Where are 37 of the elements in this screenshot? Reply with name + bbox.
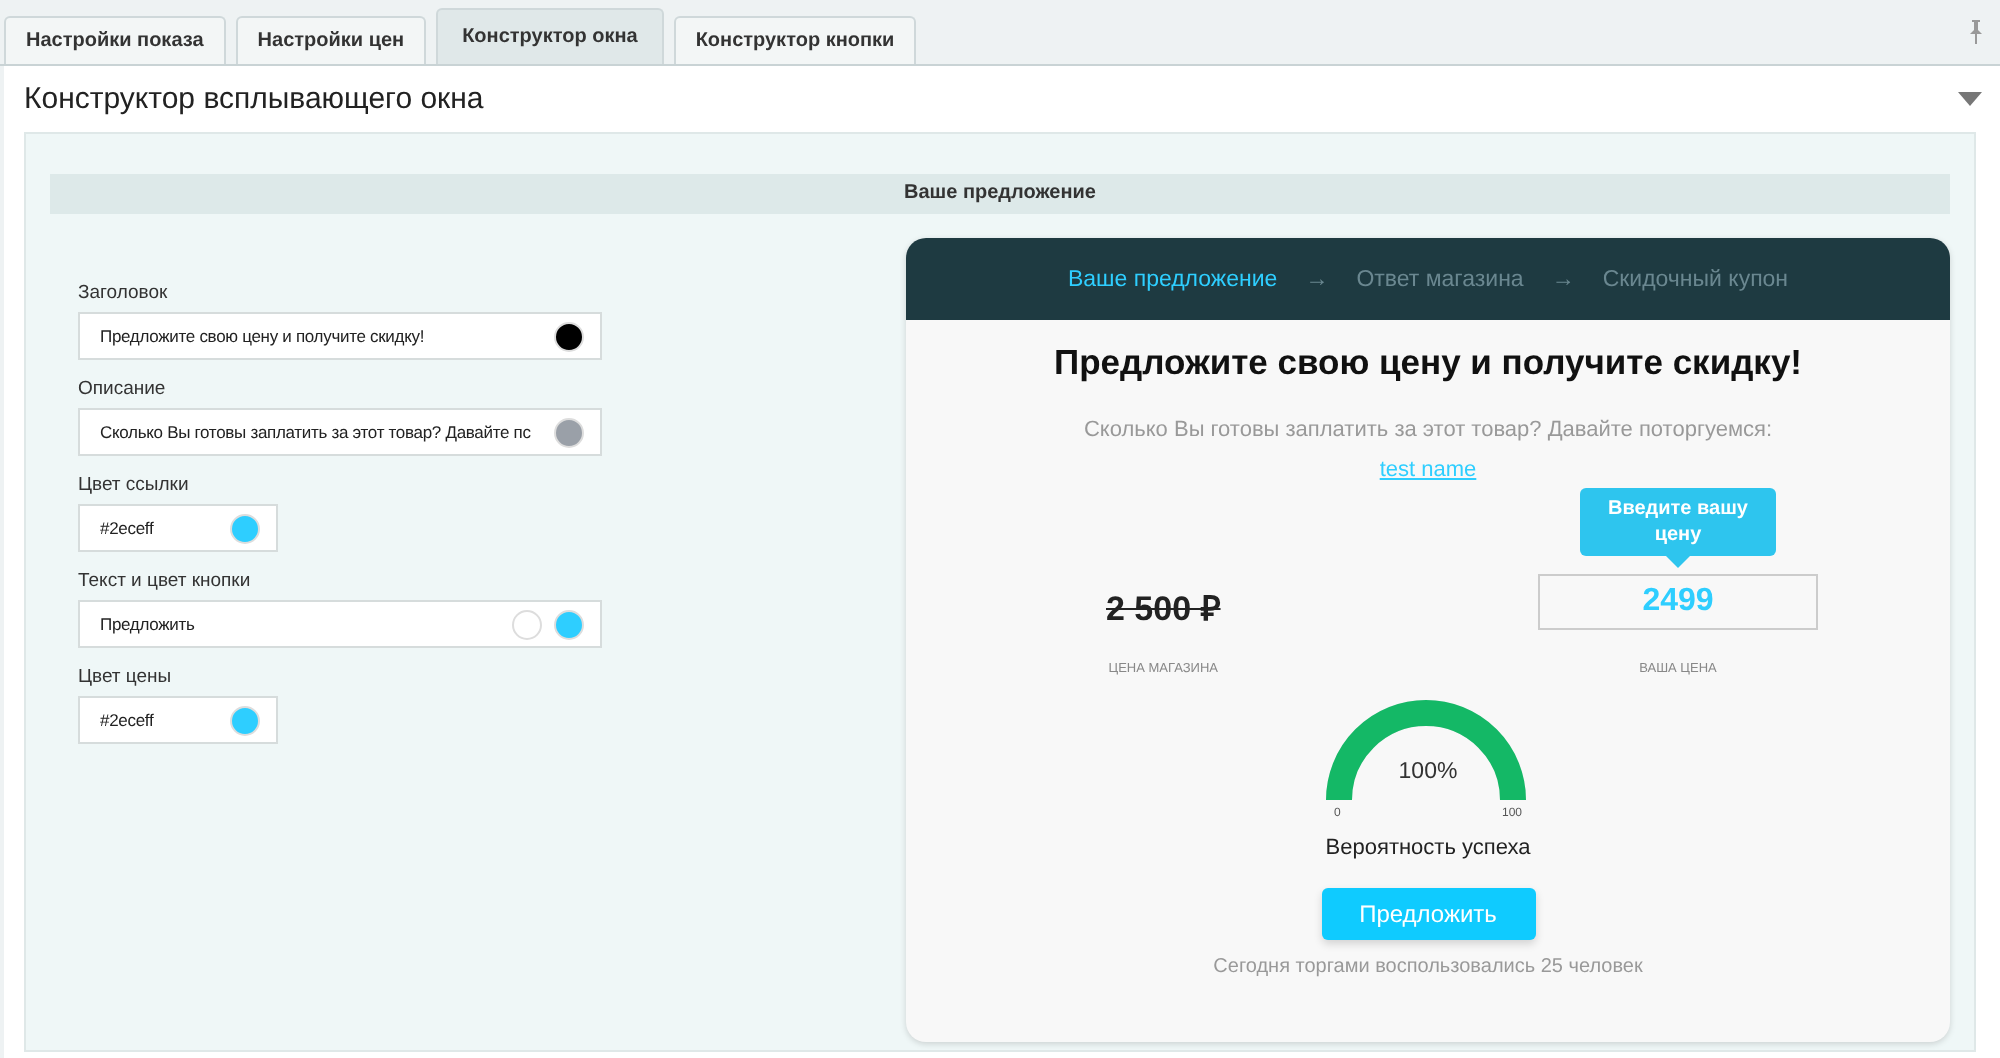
field-label: Заголовок xyxy=(78,282,170,304)
section-header: Ваше предложение xyxy=(50,174,1950,214)
arrow-icon: → xyxy=(1551,267,1575,291)
input-field[interactable]: Сколько Вы готовы заплатить за этот товар? Давайте пс xyxy=(78,408,602,456)
step-label: Ответ магазина xyxy=(1356,267,1524,291)
color-swatch[interactable] xyxy=(230,705,260,735)
gauge-label: Вероятность успеха xyxy=(1325,836,1531,860)
pin-icon[interactable] xyxy=(1968,20,1984,44)
color-swatch[interactable] xyxy=(554,417,584,447)
field-label: Цвет ссылки xyxy=(78,474,191,496)
tooltip: Введите вашу цену xyxy=(1580,488,1776,556)
gauge-reading: 100% xyxy=(1398,760,1458,784)
panel-title: Конструктор всплывающего окна xyxy=(24,82,484,116)
popup-title: Предложите свою цену и получите скидку! xyxy=(1053,342,1803,384)
field-label: Цвет цены xyxy=(78,666,174,688)
tab[interactable]: Конструктор кнопки xyxy=(673,16,917,64)
arrow-icon: → xyxy=(1305,267,1329,291)
store-price: 2 500 ₽ xyxy=(1106,588,1221,630)
input-field[interactable]: #2eceff xyxy=(78,504,278,552)
color-swatch[interactable] xyxy=(230,513,260,543)
tab[interactable]: Настройки показа xyxy=(4,16,226,64)
usage-note: Сегодня торгами воспользовались 25 человек xyxy=(1213,956,1643,978)
collapse-caret-icon[interactable] xyxy=(1958,92,1982,106)
step-label: Скидочный купон xyxy=(1602,267,1789,291)
input-field[interactable]: Предложите свою цену и получите скидку! xyxy=(78,312,602,360)
color-swatch[interactable] xyxy=(554,609,584,639)
field-label: Описание xyxy=(78,378,168,400)
tooltip-pointer-icon xyxy=(1666,556,1690,568)
step-label: Ваше предложение xyxy=(1067,267,1278,291)
popup-description: Сколько Вы готовы заплатить за этот товар? Давайте поторгуемся: xyxy=(1083,418,1773,442)
tab[interactable]: Конструктор окна xyxy=(436,8,664,64)
field-label: Текст и цвет кнопки xyxy=(78,570,253,592)
tab[interactable]: Настройки цен xyxy=(235,16,427,64)
input-field[interactable]: Предложить xyxy=(78,600,602,648)
color-swatch[interactable] xyxy=(512,609,542,639)
color-swatch[interactable] xyxy=(554,321,584,351)
input-field[interactable]: #2eceff xyxy=(78,696,278,744)
